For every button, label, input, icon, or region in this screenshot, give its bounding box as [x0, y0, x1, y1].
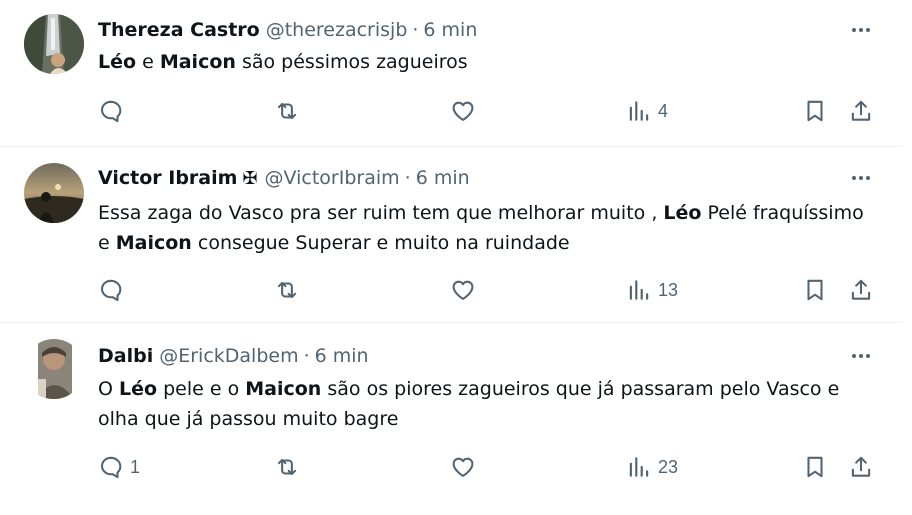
tweet-text-fragment: Essa zaga do Vasco pra ser ruim tem que …: [98, 202, 664, 224]
more-horizontal-icon: [852, 28, 870, 32]
action-bar: 1 23: [0, 452, 912, 482]
action-bar: 13: [0, 275, 912, 305]
display-name[interactable]: Thereza Castro: [98, 19, 260, 41]
tweet-text: Léo e Maicon são péssimos zagueiros: [98, 47, 878, 77]
bookmark-button[interactable]: [802, 452, 828, 482]
more-options-button[interactable]: [846, 166, 876, 190]
retweet-icon: [277, 281, 297, 299]
avatar[interactable]: [24, 339, 84, 399]
mention-text: Maicon: [115, 232, 192, 254]
views-button[interactable]: 4: [626, 96, 668, 126]
tweet-header: Thereza Castro @therezacrisjb · 6 min: [98, 17, 477, 43]
tweet[interactable]: Thereza Castro @therezacrisjb · 6 min Lé…: [0, 0, 912, 146]
reply-button[interactable]: [98, 275, 130, 305]
share-button[interactable]: [848, 452, 874, 482]
retweet-icon: [277, 102, 297, 120]
views-button[interactable]: 23: [626, 452, 678, 482]
reply-button[interactable]: 1: [98, 452, 140, 482]
avatar-photo: [24, 14, 84, 74]
like-button[interactable]: [450, 275, 476, 305]
tweet[interactable]: Victor Ibraim ✠ @VictorIbraim · 6 min Es…: [0, 147, 912, 322]
bookmark-button[interactable]: [802, 96, 828, 126]
tweet-text: O Léo pele e o Maicon são os piores zagu…: [98, 374, 878, 434]
tweet-text-fragment: consegue Superar e muito na ruindade: [191, 232, 570, 254]
display-name[interactable]: Victor Ibraim: [98, 167, 237, 189]
retweet-button[interactable]: [274, 452, 300, 482]
bookmark-icon: [807, 100, 823, 122]
action-bar: 4: [0, 96, 912, 126]
user-handle[interactable]: @therezacrisjb: [266, 19, 408, 41]
avatar-photo: [24, 163, 84, 223]
views-button[interactable]: 13: [626, 275, 678, 305]
mention-text: Léo: [98, 51, 137, 73]
separator-dot: ·: [303, 345, 310, 367]
tweet-header: Dalbi @ErickDalbem · 6 min: [98, 343, 369, 369]
bookmark-icon: [807, 279, 823, 301]
display-name[interactable]: Dalbi: [98, 345, 153, 367]
like-button[interactable]: [450, 452, 476, 482]
separator-dot: ·: [412, 19, 419, 41]
mention-text: Maicon: [245, 378, 322, 400]
reply-count: 1: [130, 456, 141, 477]
heart-icon: [452, 280, 474, 300]
reply-bubble-icon: [100, 279, 122, 302]
user-handle[interactable]: @VictorIbraim: [265, 167, 400, 189]
like-button[interactable]: [450, 96, 476, 126]
reply-bubble-icon: [100, 456, 122, 479]
retweet-button[interactable]: [274, 275, 300, 305]
mention-text: Léo: [663, 202, 702, 224]
bar-chart-icon: [629, 457, 649, 477]
heart-icon: [452, 101, 474, 121]
more-horizontal-icon: [852, 176, 870, 180]
timestamp[interactable]: 6 min: [416, 167, 470, 189]
tweet-text-fragment: pele e o: [157, 378, 246, 400]
share-icon: [851, 456, 871, 477]
tweet-text: Essa zaga do Vasco pra ser ruim tem que …: [98, 198, 878, 258]
user-handle[interactable]: @ErickDalbem: [159, 345, 298, 367]
more-horizontal-icon: [852, 354, 870, 358]
tweet[interactable]: Dalbi @ErickDalbem · 6 min O Léo pele e …: [0, 323, 912, 515]
avatar[interactable]: [24, 163, 84, 223]
tweet-text-fragment: e: [136, 51, 160, 73]
bar-chart-icon: [629, 101, 649, 121]
tweet-header: Victor Ibraim ✠ @VictorIbraim · 6 min: [98, 165, 470, 191]
more-options-button[interactable]: [846, 344, 876, 368]
separator-dot: ·: [404, 167, 411, 189]
views-count: 13: [658, 279, 679, 300]
avatar-photo: [24, 339, 84, 399]
timestamp[interactable]: 6 min: [423, 19, 477, 41]
mention-text: Léo: [119, 378, 158, 400]
views-count: 4: [658, 100, 669, 121]
reply-button[interactable]: [98, 96, 130, 126]
bookmark-icon: [807, 456, 823, 478]
share-icon: [851, 279, 871, 300]
tweet-text-fragment: O: [98, 378, 119, 400]
share-button[interactable]: [848, 96, 874, 126]
avatar[interactable]: [24, 14, 84, 74]
share-icon: [851, 100, 871, 121]
retweet-button[interactable]: [274, 96, 300, 126]
more-options-button[interactable]: [846, 18, 876, 42]
reply-bubble-icon: [100, 100, 122, 123]
retweet-icon: [277, 458, 297, 476]
tweet-text-fragment: são péssimos zagueiros: [235, 51, 468, 73]
share-button[interactable]: [848, 275, 874, 305]
views-count: 23: [658, 456, 679, 477]
cross-badge: ✠: [242, 167, 258, 189]
timestamp[interactable]: 6 min: [315, 345, 369, 367]
heart-icon: [452, 457, 474, 477]
bookmark-button[interactable]: [802, 275, 828, 305]
mention-text: Maicon: [159, 51, 236, 73]
bar-chart-icon: [629, 280, 649, 300]
